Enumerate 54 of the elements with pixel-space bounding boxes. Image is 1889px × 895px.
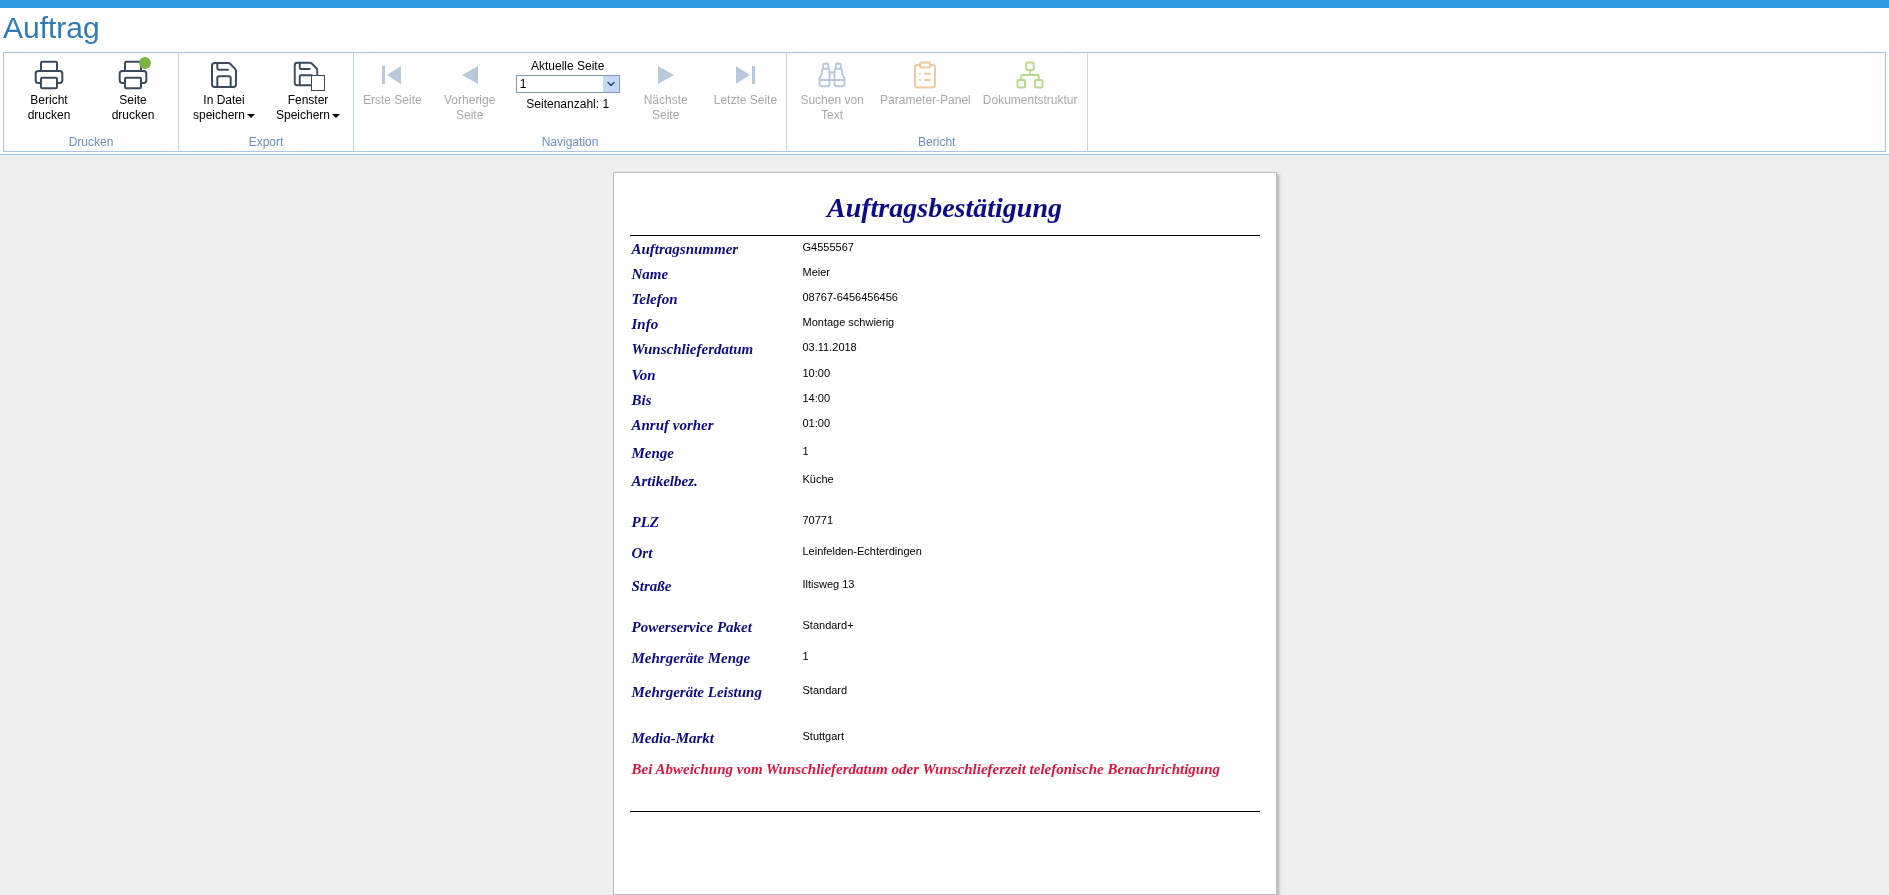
- field-label: Straße: [630, 577, 673, 596]
- field-value: 14:00: [802, 391, 831, 405]
- floppy-disk-icon: [291, 59, 325, 91]
- field-value: Montage schwierig: [802, 315, 895, 329]
- field-label: Artikelbez.: [630, 472, 699, 491]
- field-label: Bis: [630, 391, 653, 410]
- report-title: Auftragsbestätigung: [824, 191, 1063, 225]
- field-value: Standard+: [802, 618, 854, 632]
- field-label: Von: [630, 366, 657, 385]
- toolbar-button[interactable]: Seite drucken: [91, 53, 175, 135]
- toolbar-button[interactable]: Bericht drucken: [7, 53, 91, 135]
- field-value: Meier: [802, 265, 830, 279]
- toolbar-button[interactable]: In Datei speichern: [182, 53, 266, 135]
- group-label: Export: [247, 135, 285, 151]
- field-value: Stuttgart: [802, 729, 845, 743]
- group-label: Navigation: [540, 135, 600, 151]
- hierarchy-icon: [1015, 60, 1046, 90]
- field-label: Mehrgeräte Menge: [630, 649, 752, 668]
- field-value: 08767-6456456456: [802, 290, 898, 304]
- field-value: 03.11.2018: [802, 340, 857, 354]
- field-value: 1: [802, 649, 809, 663]
- page-select[interactable]: 1: [515, 75, 620, 93]
- field-label: Ort: [630, 544, 654, 563]
- field-label: Anruf vorher: [630, 416, 715, 435]
- page-count-label: Seitenanzahl: 1: [526, 96, 610, 113]
- field-label: PLZ: [630, 513, 660, 532]
- field-value: Leinfelden-Echterdingen: [802, 544, 922, 558]
- field-label: Menge: [630, 444, 675, 463]
- field-label: Info: [630, 315, 660, 334]
- notice-text: Bei Abweichung vom Wunschlieferdatum oder Wunschlieferzeit telefonische Benachrichtigung: [630, 760, 1222, 779]
- field-label: Name: [630, 265, 670, 284]
- toolbar-button[interactable]: Fenster Speichern: [266, 53, 350, 135]
- skip-last-icon: [733, 64, 758, 86]
- field-value: Küche: [802, 472, 834, 486]
- field-value: 10:00: [802, 366, 831, 380]
- group-label: Bericht: [917, 135, 957, 151]
- printer-icon: [117, 59, 149, 91]
- group-label: Drucken: [67, 135, 115, 151]
- field-label: Media-Markt: [630, 729, 716, 748]
- field-label: Telefon: [630, 290, 679, 309]
- field-value: 01:00: [802, 416, 831, 430]
- window-title: Auftrag: [2, 10, 101, 46]
- printer-icon: [33, 59, 65, 91]
- binoculars-icon: [817, 60, 848, 90]
- field-value: G4555567: [802, 240, 854, 254]
- field-value: Iltisweg 13: [802, 577, 855, 591]
- field-label: Powerservice Paket: [630, 618, 754, 637]
- field-value: Standard: [802, 683, 848, 697]
- field-label: Auftragsnummer: [630, 240, 740, 259]
- field-value: 70771: [802, 513, 834, 527]
- current-page-label: Aktuelle Seite: [531, 58, 605, 75]
- field-label: Mehrgeräte Leistung: [630, 683, 763, 702]
- field-label: Wunschlieferdatum: [630, 340, 755, 359]
- field-value: 1: [802, 444, 809, 458]
